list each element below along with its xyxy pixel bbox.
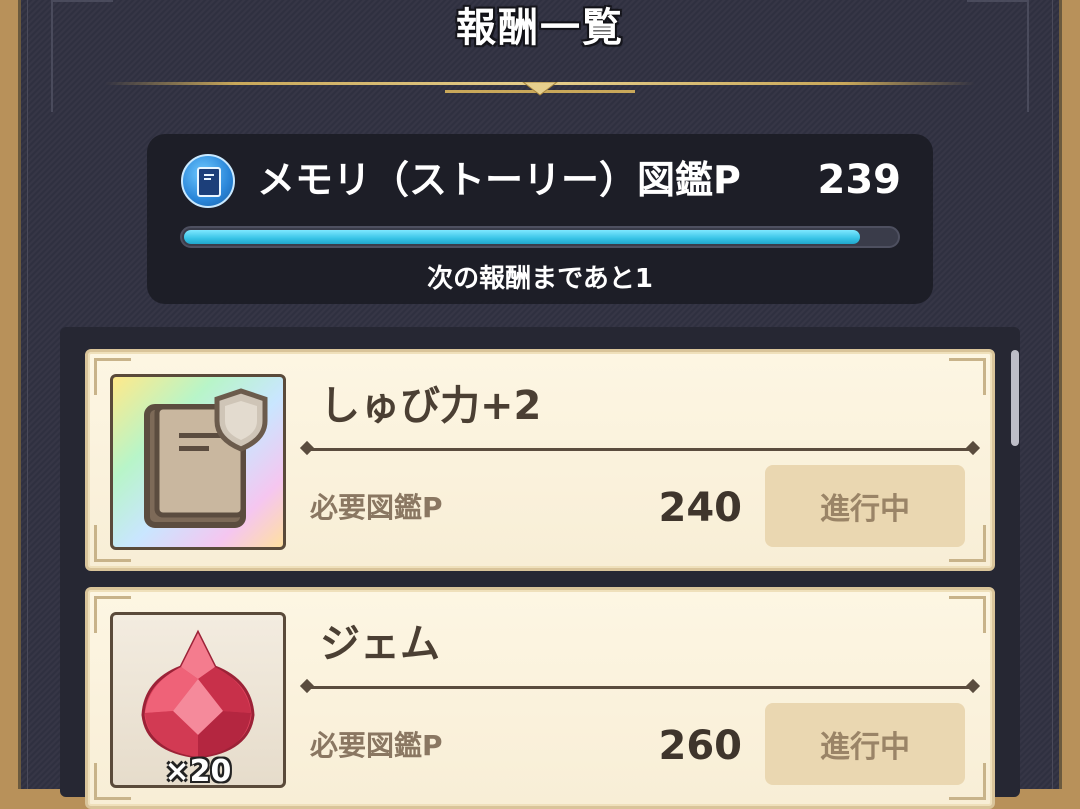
next-reward-text: 次の報酬まであと1: [427, 264, 653, 294]
reward-item-thumbnail[interactable]: ×20: [110, 612, 286, 788]
reward-quantity: ×20: [164, 754, 232, 788]
required-points-value: 260: [658, 723, 743, 769]
points-value: 239: [817, 157, 902, 203]
book-icon: [181, 154, 235, 208]
points-label: メモリ（ストーリー）図鑑P: [257, 158, 741, 202]
reward-item-name: しゅび力+2: [320, 383, 542, 429]
required-points-label: 必要図鑑P: [310, 491, 443, 524]
required-points-value: 240: [658, 485, 743, 531]
scrollbar[interactable]: [1011, 350, 1019, 446]
status-button[interactable]: 進行中: [765, 465, 965, 547]
required-points-label: 必要図鑑P: [310, 729, 443, 762]
status-button[interactable]: 進行中: [765, 703, 965, 785]
defense-book-icon: [144, 388, 268, 528]
reward-card: しゅび力+2 必要図鑑P 240 進行中: [85, 349, 995, 571]
title-divider-ornament: [445, 82, 635, 96]
reward-card: ×20 ジェム 必要図鑑P 260 進行中: [85, 587, 995, 809]
reward-item-thumbnail[interactable]: [110, 374, 286, 550]
dialog-title: 報酬一覧: [456, 5, 624, 51]
progress-bar: [180, 226, 900, 248]
points-panel: メモリ（ストーリー）図鑑P 239 次の報酬まであと1: [147, 134, 933, 304]
item-divider: [306, 686, 974, 689]
item-divider: [306, 448, 974, 451]
reward-item-name: ジェム: [320, 621, 440, 667]
progress-fill: [184, 230, 860, 244]
